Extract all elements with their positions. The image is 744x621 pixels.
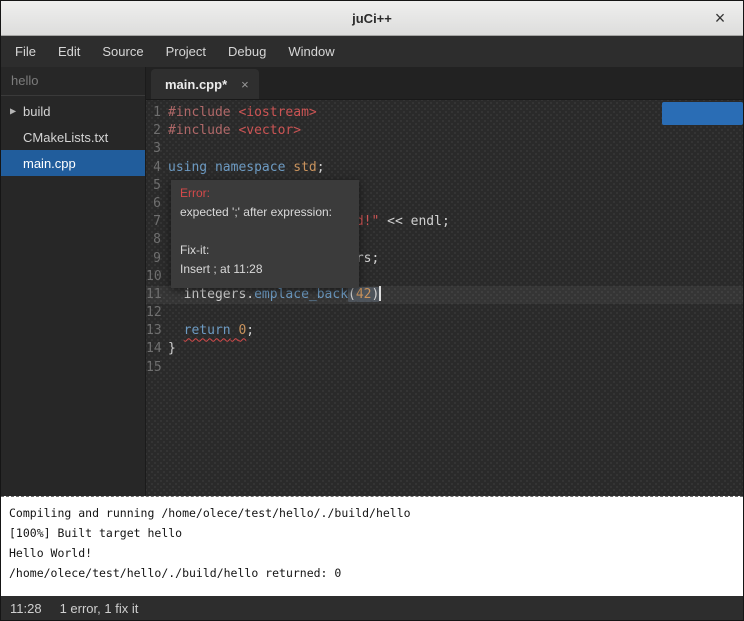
terminal-line: Compiling and running /home/olece/test/h…	[9, 503, 735, 523]
line-number: 13	[146, 322, 168, 340]
status-bar: 11:28 1 error, 1 fix it	[1, 596, 743, 620]
menu-item-debug[interactable]: Debug	[217, 36, 277, 67]
menu-item-file[interactable]: File	[4, 36, 47, 67]
menu-item-project[interactable]: Project	[155, 36, 217, 67]
expander-icon[interactable]: ▶	[10, 106, 16, 115]
line-number: 14	[146, 340, 168, 358]
window-title: juCi++	[352, 11, 392, 26]
tree-item-label: build	[23, 104, 50, 119]
code-line[interactable]: 13 return 0;	[146, 322, 743, 340]
code-line[interactable]: 12	[146, 304, 743, 322]
tooltip-fixit-text: Insert ; at 11:28	[180, 260, 350, 279]
code-line[interactable]: 11 integers.emplace_back(42)	[146, 286, 743, 304]
tree-item-build[interactable]: ▶ build	[1, 98, 145, 124]
error-tooltip: Error: expected ';' after expression: Fi…	[171, 180, 359, 288]
terminal-output[interactable]: Compiling and running /home/olece/test/h…	[1, 500, 743, 596]
code-line[interactable]: 14}	[146, 340, 743, 358]
code-text: #include <vector>	[168, 122, 301, 140]
tree-item-label: main.cpp	[23, 156, 76, 171]
tree-item-cmakelists-txt[interactable]: CMakeLists.txt	[1, 124, 145, 150]
file-tree-panel: hello ▶ build CMakeLists.txt main.cpp	[1, 67, 146, 496]
tab-main-cpp[interactable]: main.cpp* ×	[151, 69, 259, 99]
editor-column: main.cpp* × 1#include <iostream>2#includ…	[146, 67, 743, 496]
tooltip-error-label: Error:	[180, 184, 350, 203]
project-name-label: hello	[1, 67, 145, 96]
line-number: 12	[146, 304, 168, 322]
code-line[interactable]: 2#include <vector>	[146, 122, 743, 140]
terminal-line: /home/olece/test/hello/./build/hello ret…	[9, 563, 735, 583]
menu-item-edit[interactable]: Edit	[47, 36, 91, 67]
cursor-position: 11:28	[10, 601, 42, 616]
scrollbar-indicator[interactable]	[662, 102, 743, 125]
line-number: 7	[146, 213, 168, 231]
tooltip-fixit-label: Fix-it:	[180, 241, 350, 260]
menu-item-window[interactable]: Window	[277, 36, 345, 67]
code-text: return 0;	[168, 322, 254, 340]
line-number: 3	[146, 140, 168, 158]
code-text: }	[168, 340, 176, 358]
tab-label: main.cpp*	[165, 77, 227, 92]
line-number: 11	[146, 286, 168, 304]
code-editor[interactable]: 1#include <iostream>2#include <vector>34…	[146, 100, 743, 496]
line-number: 15	[146, 359, 168, 377]
tooltip-gap	[180, 222, 350, 241]
line-number: 4	[146, 159, 168, 177]
code-line[interactable]: 15	[146, 359, 743, 377]
close-icon[interactable]: ×	[707, 1, 733, 35]
tooltip-message: expected ';' after expression:	[180, 203, 350, 222]
code-text: using namespace std;	[168, 159, 325, 177]
code-line[interactable]: 3	[146, 140, 743, 158]
code-text: integers.emplace_back(42)	[168, 286, 381, 304]
main-area: hello ▶ build CMakeLists.txt main.cpp main.…	[1, 67, 743, 496]
line-number: 5	[146, 177, 168, 195]
file-tree: ▶ build CMakeLists.txt main.cpp	[1, 96, 145, 176]
tab-bar: main.cpp* ×	[146, 67, 743, 100]
tree-item-label: CMakeLists.txt	[23, 130, 108, 145]
terminal-line: [100%] Built target hello	[9, 523, 735, 543]
line-number: 9	[146, 250, 168, 268]
title-bar: juCi++ ×	[1, 1, 743, 36]
tab-close-icon[interactable]: ×	[241, 77, 249, 92]
code-line[interactable]: 1#include <iostream>	[146, 104, 743, 122]
text-caret	[379, 286, 381, 301]
menu-item-source[interactable]: Source	[91, 36, 154, 67]
diagnostics-status: 1 error, 1 fix it	[60, 601, 139, 616]
line-number: 6	[146, 195, 168, 213]
menu-bar: FileEditSourceProjectDebugWindow	[1, 36, 743, 67]
code-text: #include <iostream>	[168, 104, 317, 122]
line-number: 10	[146, 268, 168, 286]
code-line[interactable]: 4using namespace std;	[146, 159, 743, 177]
line-number: 8	[146, 231, 168, 249]
tree-item-main-cpp[interactable]: main.cpp	[1, 150, 145, 176]
terminal-line: Hello World!	[9, 543, 735, 563]
app-window: juCi++ × FileEditSourceProjectDebugWindo…	[0, 0, 744, 621]
line-number: 2	[146, 122, 168, 140]
line-number: 1	[146, 104, 168, 122]
